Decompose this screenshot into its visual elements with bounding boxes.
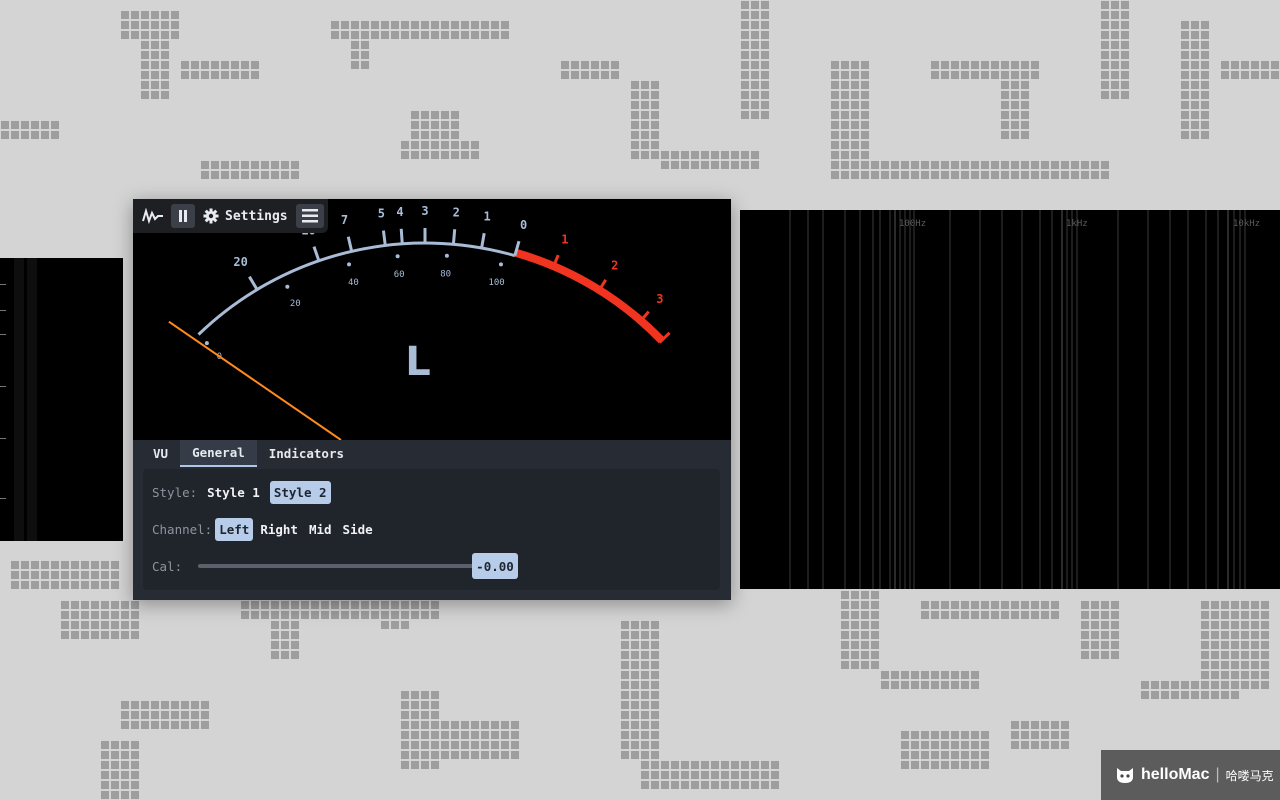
vu-scale-tick — [399, 228, 404, 244]
meter-bar — [14, 258, 24, 541]
style-label: Style: — [152, 485, 198, 500]
percent-scale-dot — [444, 253, 449, 258]
pause-icon — [179, 210, 187, 222]
settings-button[interactable]: Settings — [199, 204, 292, 228]
scale-tick — [0, 284, 6, 285]
vu-scale-tick — [480, 232, 486, 249]
tab-general[interactable]: General — [180, 440, 257, 467]
watermark-separator: | — [1215, 766, 1220, 783]
percent-scale-label: 20 — [290, 299, 301, 309]
vu-scale-tick — [248, 275, 259, 291]
meter-bar — [27, 258, 37, 541]
vu-scale-label: 4 — [396, 205, 403, 219]
settings-tabs: VU General Indicators — [133, 440, 731, 467]
vu-meter-dial: 20107543210123020406080100 L — [168, 204, 671, 440]
menu-button[interactable] — [295, 204, 324, 228]
channel-option-right[interactable]: Right — [256, 518, 302, 541]
vu-meter-window: 20107543210123020406080100 L Settings — [133, 199, 731, 600]
channel-row: Channel: Left Right Mid Side — [152, 518, 377, 541]
style-option-1[interactable]: Style 1 — [203, 481, 264, 504]
channel-option-side[interactable]: Side — [339, 518, 377, 541]
vu-scale-label: 3 — [656, 292, 663, 306]
spectrum-analyzer-window: 100Hz 1kHz 10kHz — [740, 210, 1280, 589]
vu-needle — [168, 320, 342, 440]
percent-scale-dot — [285, 284, 290, 289]
channel-label: Channel: — [152, 522, 213, 537]
cal-slider-thumb[interactable]: -0.00 — [472, 553, 518, 579]
watermark-brand: helloMac — [1141, 766, 1210, 783]
freq-label-10khz: 10kHz — [1233, 219, 1260, 229]
settings-panel: VU General Indicators Style: Style 1 Sty… — [133, 440, 731, 600]
toolbar: Settings — [133, 199, 328, 233]
scale-tick — [0, 310, 6, 311]
vu-scale-label: 2 — [611, 258, 618, 272]
vu-scale-label: 1 — [484, 209, 491, 223]
percent-scale-label: 100 — [488, 278, 504, 288]
vu-scale-label: 20 — [233, 255, 247, 269]
style-row: Style: Style 1 Style 2 — [152, 481, 331, 504]
vu-scale-label: 1 — [561, 232, 568, 246]
percent-scale-dot — [498, 262, 503, 267]
cal-slider[interactable]: -0.00 — [198, 553, 518, 579]
watermark-cn-text: 哈喽马克 — [1225, 768, 1274, 783]
vu-scale-tick — [451, 229, 457, 245]
hamburger-menu-icon — [301, 209, 318, 223]
vu-scale-tick — [312, 246, 321, 262]
general-tab-body: Style: Style 1 Style 2 Channel: Left Rig… — [143, 469, 720, 590]
vu-scale-label: 2 — [453, 205, 460, 219]
vu-scale-label: 0 — [520, 218, 527, 232]
waveform-logo-icon[interactable] — [139, 204, 167, 228]
percent-scale-label: 80 — [440, 270, 451, 280]
percent-scale-dot — [395, 254, 400, 259]
cal-row: Cal: -0.00 — [152, 553, 532, 579]
left-meter-window — [0, 258, 123, 541]
percent-scale-dot — [347, 262, 352, 267]
freq-label-1khz: 1kHz — [1066, 219, 1088, 229]
tab-indicators[interactable]: Indicators — [257, 440, 356, 467]
cat-face-icon — [1117, 768, 1133, 783]
tab-vu[interactable]: VU — [141, 440, 180, 467]
percent-scale-dot — [204, 341, 209, 346]
vu-scale-label: 7 — [341, 213, 348, 227]
channel-option-left[interactable]: Left — [215, 518, 254, 541]
vu-scale-tick — [346, 236, 354, 252]
freq-label-100hz: 100Hz — [899, 219, 926, 229]
scale-tick — [0, 498, 6, 499]
channel-letter: L — [405, 339, 431, 385]
vu-scale-tick — [381, 230, 387, 246]
vu-scale-label: 3 — [421, 204, 428, 218]
percent-scale-label: 60 — [394, 270, 405, 280]
pause-button[interactable] — [171, 204, 195, 228]
settings-label: Settings — [225, 208, 288, 224]
watermark: helloMac | 哈喽马克 — [1101, 750, 1280, 800]
vu-red-zone-arc — [514, 248, 665, 344]
scale-tick — [0, 334, 6, 335]
style-option-2[interactable]: Style 2 — [269, 481, 331, 504]
gear-icon — [203, 208, 219, 224]
spectrum-grid: 100Hz 1kHz 10kHz — [789, 210, 1260, 589]
channel-option-mid[interactable]: Mid — [305, 518, 336, 541]
vu-scale-label: 5 — [378, 207, 385, 221]
scale-tick — [0, 438, 6, 439]
cal-label: Cal: — [152, 558, 183, 574]
percent-scale-label: 40 — [348, 278, 359, 288]
scale-tick — [0, 386, 6, 387]
